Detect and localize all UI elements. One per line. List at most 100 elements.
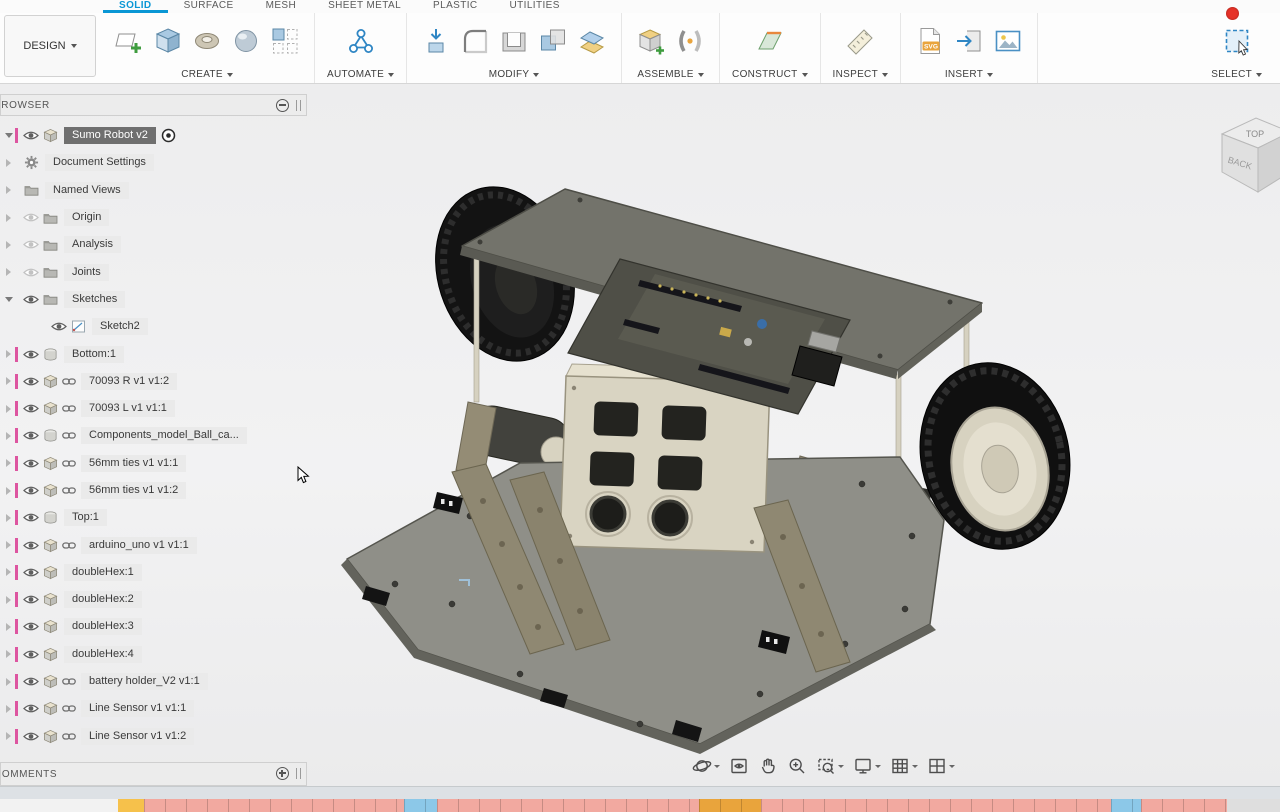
ribbon-group-dropdown-construct[interactable]: CONSTRUCT [732, 66, 807, 83]
extrude-icon[interactable] [151, 24, 185, 58]
expand-arrow[interactable] [3, 732, 14, 740]
visibility-eye-icon[interactable] [21, 540, 40, 551]
tree-row-doublehex-2[interactable]: doubleHex:2 [0, 586, 307, 613]
tree-row-analysis[interactable]: Analysis [0, 231, 307, 258]
visibility-eye-icon[interactable] [21, 676, 40, 687]
tree-row-components-model-ball-ca[interactable]: Components_model_Ball_ca... [0, 422, 307, 449]
expand-arrow[interactable] [3, 678, 14, 686]
expand-arrow[interactable] [3, 186, 14, 194]
tree-row-70093-r-v1-v1-2[interactable]: 70093 R v1 v1:2 [0, 368, 307, 395]
construction-plane-icon[interactable] [753, 24, 787, 58]
tree-row-joints[interactable]: Joints [0, 258, 307, 285]
activate-component-radio[interactable] [161, 128, 176, 143]
expand-arrow[interactable] [3, 487, 14, 495]
tab-utilities[interactable]: UTILITIES [494, 0, 576, 13]
item-label[interactable]: Named Views [45, 182, 129, 199]
item-label[interactable]: Line Sensor v1 v1:2 [81, 728, 194, 745]
select-window-icon[interactable] [1220, 24, 1254, 58]
timeline-segment-sketch-feature-yellow[interactable] [118, 799, 144, 812]
pan-tool-button[interactable] [758, 756, 778, 776]
expand-arrow[interactable] [3, 568, 14, 576]
timeline-segment-empty-tail[interactable] [1227, 799, 1280, 812]
comments-drag-grip[interactable] [296, 768, 301, 779]
ribbon-group-dropdown-insert[interactable]: INSERT [945, 66, 993, 83]
create-sketch-icon[interactable] [112, 24, 146, 58]
timeline-segment-feature-blue-1[interactable] [404, 799, 437, 812]
tree-row-doublehex-1[interactable]: doubleHex:1 [0, 559, 307, 586]
expand-arrow[interactable] [3, 159, 14, 167]
visibility-eye-icon[interactable] [21, 731, 40, 742]
timeline-segment-component-features-4[interactable] [1141, 799, 1227, 812]
visibility-eye-icon[interactable] [21, 130, 40, 141]
expand-arrow[interactable] [3, 268, 14, 276]
visibility-eye-icon[interactable] [21, 349, 40, 360]
expand-arrow[interactable] [3, 514, 14, 522]
look-at-tool-button[interactable] [729, 756, 749, 776]
zoom-tool-button[interactable] [787, 756, 807, 776]
tab-plastic[interactable]: PLASTIC [417, 0, 493, 13]
timeline-scrollbar[interactable] [0, 786, 1280, 799]
tree-row-origin[interactable]: Origin [0, 204, 307, 231]
item-label[interactable]: arduino_uno v1 v1:1 [81, 537, 197, 554]
browser-drag-grip[interactable] [296, 100, 301, 111]
pattern-icon[interactable] [268, 24, 302, 58]
browser-collapse-button[interactable] [276, 99, 289, 112]
visibility-eye-icon[interactable] [21, 594, 40, 605]
ribbon-group-dropdown-automate[interactable]: AUTOMATE [327, 66, 394, 83]
orbit-tool-button[interactable] [692, 756, 720, 776]
canvas-icon[interactable] [991, 24, 1025, 58]
tab-surface[interactable]: SURFACE [168, 0, 250, 13]
fillet-icon[interactable] [458, 24, 492, 58]
item-label[interactable]: doubleHex:2 [64, 591, 142, 608]
item-label[interactable]: Line Sensor v1 v1:1 [81, 700, 194, 717]
expand-arrow[interactable] [3, 596, 14, 604]
expand-arrow[interactable] [3, 432, 14, 440]
timeline-segment-component-features-2[interactable] [437, 799, 699, 812]
visibility-eye-icon[interactable] [21, 567, 40, 578]
visibility-eye-off-icon[interactable] [21, 212, 40, 223]
shell-icon[interactable] [497, 24, 531, 58]
item-label[interactable]: Sketches [64, 291, 125, 308]
insert-derive-icon[interactable] [952, 24, 986, 58]
item-label[interactable]: Components_model_Ball_ca... [81, 427, 247, 444]
tree-row-56mm-ties-v1-v1-2[interactable]: 56mm ties v1 v1:2 [0, 477, 307, 504]
ribbon-group-dropdown-modify[interactable]: MODIFY [489, 66, 540, 83]
tab-solid[interactable]: SOLID [103, 0, 168, 13]
tree-row-line-sensor-v1-v1-2[interactable]: Line Sensor v1 v1:2 [0, 723, 307, 750]
tree-row-doublehex-4[interactable]: doubleHex:4 [0, 641, 307, 668]
design-workspace-dropdown[interactable]: DESIGN [4, 15, 96, 77]
ribbon-group-dropdown-inspect[interactable]: INSPECT [833, 66, 888, 83]
tree-row-arduino-uno-v1-v1-1[interactable]: arduino_uno v1 v1:1 [0, 531, 307, 558]
view-cube[interactable]: TOP BACK [1216, 108, 1280, 211]
item-label[interactable]: Document Settings [45, 154, 154, 171]
item-label[interactable]: battery holder_V2 v1:1 [81, 673, 208, 690]
browser-root-row[interactable]: Sumo Robot v2 [0, 122, 307, 149]
joint-icon[interactable] [673, 24, 707, 58]
item-label[interactable]: Top:1 [64, 509, 107, 526]
viewports-tool-button[interactable] [927, 756, 955, 776]
visibility-eye-icon[interactable] [21, 294, 40, 305]
item-label[interactable]: Sumo Robot v2 [64, 127, 156, 144]
visibility-eye-icon[interactable] [21, 458, 40, 469]
tree-row-56mm-ties-v1-v1-1[interactable]: 56mm ties v1 v1:1 [0, 450, 307, 477]
expand-arrow[interactable] [3, 214, 14, 222]
timeline-segment-feature-orange[interactable] [699, 799, 761, 812]
expand-arrow[interactable] [3, 623, 14, 631]
new-component-icon[interactable] [634, 24, 668, 58]
visibility-eye-icon[interactable] [21, 403, 40, 414]
visibility-eye-icon[interactable] [21, 703, 40, 714]
tab-sheet-metal[interactable]: SHEET METAL [312, 0, 417, 13]
expand-arrow[interactable] [3, 650, 14, 658]
sphere-icon[interactable] [229, 24, 263, 58]
expand-arrow[interactable] [3, 133, 14, 138]
ribbon-group-dropdown-select[interactable]: SELECT [1211, 66, 1262, 83]
item-label[interactable]: doubleHex:4 [64, 646, 142, 663]
item-label[interactable]: Sketch2 [92, 318, 148, 335]
visibility-eye-icon[interactable] [21, 376, 40, 387]
tree-row-top-1[interactable]: Top:1 [0, 504, 307, 531]
timeline-segment-feature-blue-2[interactable] [1111, 799, 1141, 812]
visibility-eye-icon[interactable] [21, 485, 40, 496]
expand-arrow[interactable] [3, 459, 14, 467]
expand-arrow[interactable] [3, 350, 14, 358]
tab-mesh[interactable]: MESH [250, 0, 313, 13]
